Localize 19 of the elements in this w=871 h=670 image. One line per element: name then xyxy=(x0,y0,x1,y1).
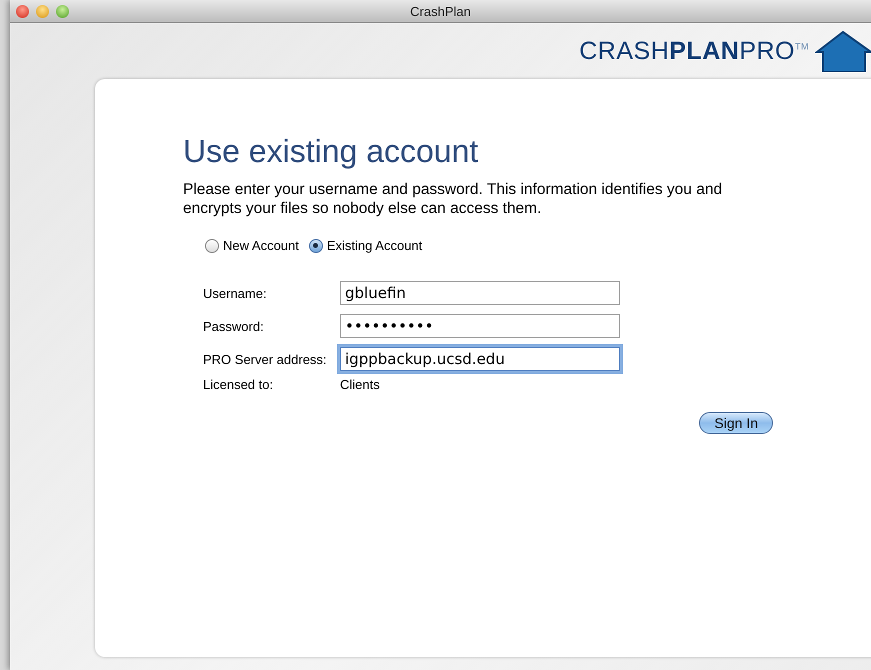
input-field[interactable]: gbluefin xyxy=(340,281,620,305)
field-label: Licensed to: xyxy=(203,377,274,392)
logo-text: CRASHPLANPRO$^{TM}$ xyxy=(579,36,809,66)
input-field[interactable]: igppbackup.ucsd.edu xyxy=(340,347,620,371)
minimize-button[interactable] xyxy=(36,4,49,18)
house-logo-icon xyxy=(815,30,871,72)
sign-in-button[interactable]: Sign In xyxy=(699,412,773,434)
account-type-radio[interactable]: New Account xyxy=(205,238,299,253)
licensed-value: Clients xyxy=(340,377,381,392)
page-heading: Use existing account xyxy=(183,133,478,170)
account-type-radio[interactable]: Existing Account xyxy=(308,238,422,253)
description-text: Please enter your username and password. This information identifies you and encrypts your files so nobody else can access them. xyxy=(183,180,724,218)
close-button[interactable] xyxy=(16,4,29,18)
window-title: CrashPlan xyxy=(410,4,471,18)
input-field[interactable]: •••••••••• xyxy=(340,314,620,338)
field-label: Password: xyxy=(203,318,265,334)
zoom-button[interactable] xyxy=(56,4,69,18)
field-label: Username: xyxy=(203,286,268,300)
field-label: PRO Server address: xyxy=(203,352,328,366)
